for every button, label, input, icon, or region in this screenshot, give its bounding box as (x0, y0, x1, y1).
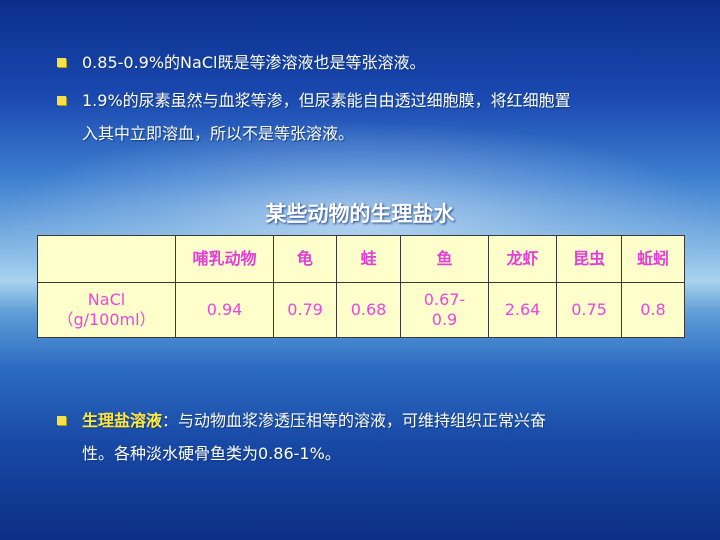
header-cell-frog: 蛙 (336, 235, 401, 283)
header-cell-insect: 昆虫 (556, 235, 622, 283)
header-cell-fish: 鱼 (400, 235, 489, 283)
bullet-text-3-line2: 性。各种淡水硬骨鱼类为0.86-1%。 (82, 444, 341, 463)
saline-table: 哺乳动物 龟 蛙 鱼 龙虾 昆虫 蚯蚓 NaCl（g/100ml） 0.94 0… (37, 235, 685, 338)
header-cell-turtle: 龟 (273, 235, 337, 283)
bullet-text-1: 0.85-0.9%的NaCl既是等渗溶液也是等张溶液。 (82, 53, 426, 72)
header-cell-lobster: 龙虾 (488, 235, 557, 283)
bullet-text-2-line2: 入其中立即溶血，所以不是等张溶液。 (82, 124, 355, 143)
bullet-marker-1 (57, 58, 66, 67)
row-label-nacl: NaCl（g/100ml） (37, 282, 176, 338)
header-cell-earthworm: 蚯蚓 (621, 235, 685, 283)
table-header-row: 哺乳动物 龟 蛙 鱼 龙虾 昆虫 蚯蚓 (37, 235, 685, 283)
header-cell-mammal: 哺乳动物 (175, 235, 274, 283)
value-cell-earthworm: 0.8 (621, 282, 685, 338)
highlight-term: 生理盐溶液 (82, 411, 163, 430)
bullet-text-2-line1: 1.9%的尿素虽然与血浆等渗，但尿素能自由透过细胞膜，将红细胞置 (82, 91, 571, 110)
bullet-marker-3 (57, 416, 66, 425)
value-cell-insect: 0.75 (556, 282, 622, 338)
header-cell-empty (37, 235, 176, 283)
value-cell-frog: 0.68 (336, 282, 401, 338)
value-cell-turtle: 0.79 (273, 282, 337, 338)
value-cell-fish: 0.67-0.9 (400, 282, 489, 338)
bullet-text-3-line1: 生理盐溶液：与动物血浆渗透压相等的溶液，可维持组织正常兴奋 (82, 403, 546, 439)
table-title: 某些动物的生理盐水 (265, 202, 455, 226)
bullet-text-3-rest: ：与动物血浆渗透压相等的溶液，可维持组织正常兴奋 (162, 411, 547, 430)
value-cell-lobster: 2.64 (488, 282, 557, 338)
bullet-marker-2 (57, 96, 66, 105)
table-value-row: NaCl（g/100ml） 0.94 0.79 0.68 0.67-0.9 2.… (37, 282, 685, 338)
value-cell-mammal: 0.94 (175, 282, 274, 338)
